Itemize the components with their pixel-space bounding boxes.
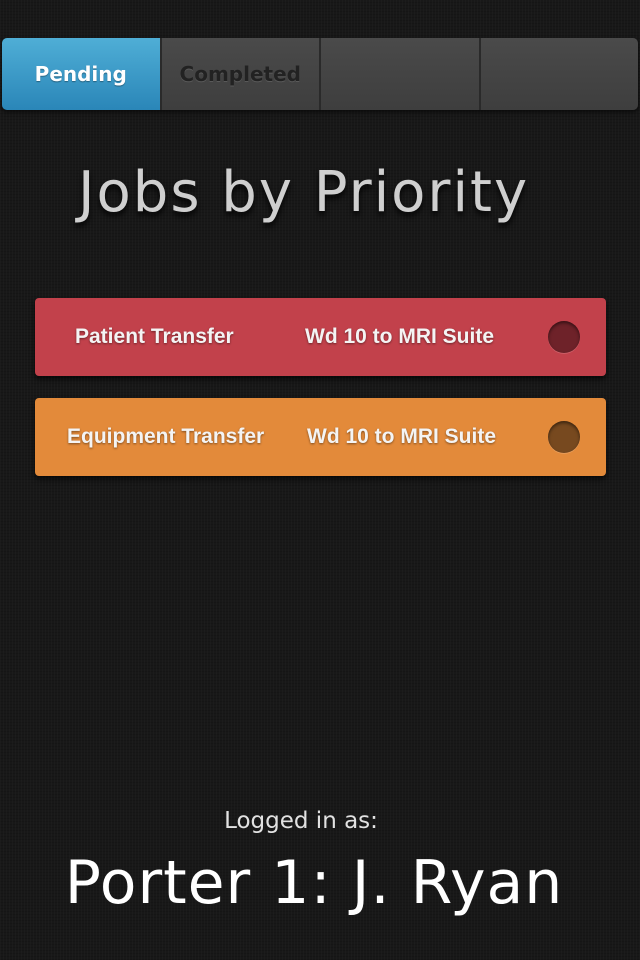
job-card-patient-transfer[interactable]: Patient Transfer Wd 10 to MRI Suite: [35, 298, 606, 376]
tab-pending[interactable]: Pending: [2, 38, 162, 110]
user-name: Porter 1: J. Ryan: [64, 848, 564, 918]
job-type-label: Equipment Transfer: [67, 425, 265, 448]
status-dot-icon[interactable]: [548, 321, 580, 353]
status-dot-icon[interactable]: [548, 421, 580, 453]
page-title: Jobs by Priority: [78, 160, 530, 225]
tab-bar: Pending Completed: [2, 38, 638, 110]
job-type-label: Patient Transfer: [75, 325, 234, 348]
tab-completed[interactable]: Completed: [161, 38, 321, 110]
tab-empty-4[interactable]: [480, 38, 638, 110]
job-route-label: Wd 10 to MRI Suite: [305, 325, 494, 348]
tab-empty-3[interactable]: [321, 38, 481, 110]
job-card-equipment-transfer[interactable]: Equipment Transfer Wd 10 to MRI Suite: [35, 398, 606, 476]
logged-in-label: Logged in as:: [224, 808, 378, 834]
job-route-label: Wd 10 to MRI Suite: [307, 425, 496, 448]
